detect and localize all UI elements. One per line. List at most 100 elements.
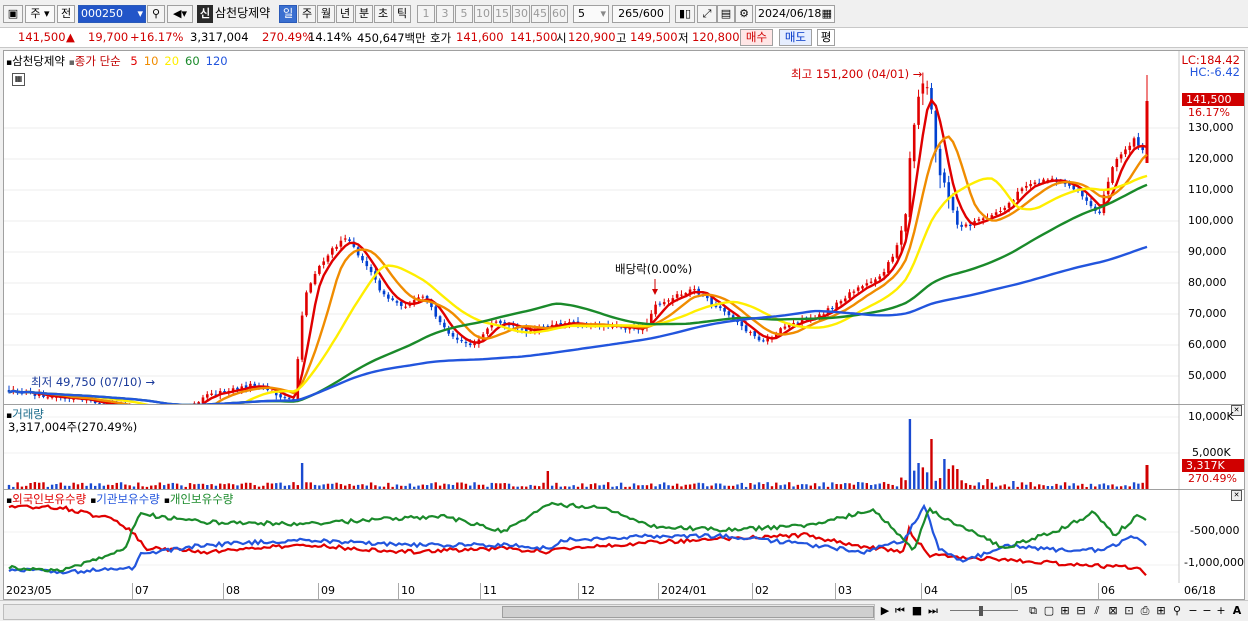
period-tab-0[interactable]: 일 xyxy=(279,5,297,23)
x-tick-13: 06/18 xyxy=(1184,584,1216,597)
layout-icon[interactable]: ▢ xyxy=(1042,603,1056,619)
count-select[interactable]: 5 ▾ xyxy=(573,5,609,23)
minus-icon[interactable]: − xyxy=(1186,603,1200,619)
interval-button-1[interactable]: 1 xyxy=(417,5,435,23)
candle-body xyxy=(1128,145,1132,150)
volume-bar xyxy=(934,480,937,489)
scrollbar-thumb[interactable] xyxy=(502,606,874,618)
holding-line-1 xyxy=(8,503,1147,575)
volume-bar xyxy=(1029,482,1032,489)
volume-chart-panel[interactable]: ▪거래량 3,317,004주(270.49%) ✕ 10,000K 5,000… xyxy=(3,404,1245,490)
ma-legend-5: 5 xyxy=(130,54,138,68)
candle-body xyxy=(456,337,459,340)
scroll-back-icon[interactable]: ⏮ xyxy=(893,603,907,619)
gear-icon[interactable]: ⚙ xyxy=(735,5,753,23)
window-menu-icon[interactable]: ▣ xyxy=(3,5,23,23)
market-tab-stock[interactable]: 주 ▾ xyxy=(25,5,55,23)
candle-body xyxy=(861,286,864,289)
x-tick-2: 08 xyxy=(226,584,240,597)
candle-body xyxy=(313,273,317,285)
period-tab-6[interactable]: 틱 xyxy=(393,5,411,23)
volume-bar xyxy=(33,482,37,489)
grid-toggle-icon[interactable]: ▦ xyxy=(12,73,25,86)
candle-body xyxy=(369,267,373,273)
holding-tick-500k: -500,000 xyxy=(1190,524,1240,537)
candle-body xyxy=(981,218,985,221)
price-chart-panel[interactable]: ▪삼천당제약 ▪종가 단순 5 10 20 60 120 ▦ LC:184.42 HC:… xyxy=(3,50,1245,405)
current-pct-tag: 16.17% xyxy=(1188,106,1230,119)
candle-type-icon[interactable]: ▮▯ xyxy=(675,5,695,23)
bid-price: 141,600 xyxy=(456,30,504,44)
close-icon[interactable]: ✕ xyxy=(1231,490,1242,501)
candle-body xyxy=(1132,138,1136,147)
speaker-icon[interactable]: ◀▾ xyxy=(167,5,193,23)
scroll-right-icon[interactable]: ▶ xyxy=(878,603,892,619)
draw-line-icon[interactable]: ⤢ xyxy=(697,5,717,23)
zoom-slider[interactable] xyxy=(946,603,1024,619)
zoom-in-icon[interactable]: + xyxy=(1214,603,1228,619)
arrow-right-icon: → xyxy=(145,375,156,389)
period-tab-2[interactable]: 월 xyxy=(317,5,335,23)
ma-legend-10: 10 xyxy=(143,54,159,68)
stock-code-input[interactable]: 000250 ▾ xyxy=(78,5,146,23)
interval-button-10[interactable]: 10 xyxy=(474,5,492,23)
volume-bar xyxy=(900,477,903,489)
period-tab-3[interactable]: 년 xyxy=(336,5,354,23)
volume-chart-canvas xyxy=(4,405,1180,489)
export-icon[interactable]: ⊞ xyxy=(1154,603,1168,619)
volume-bar xyxy=(434,482,437,489)
magnifier-icon[interactable]: ⚲ xyxy=(1170,603,1184,619)
volume-bar xyxy=(947,468,950,489)
history-dropdown[interactable]: 전 xyxy=(57,5,75,23)
candle-body xyxy=(322,261,325,265)
auto-scale-icon[interactable]: A xyxy=(1230,603,1244,619)
calendar-icon[interactable]: ▦ xyxy=(822,6,832,22)
evaluate-button[interactable]: 평 xyxy=(817,29,835,46)
chevron-down-icon[interactable]: ▾ xyxy=(137,6,143,22)
interval-button-60[interactable]: 60 xyxy=(550,5,568,23)
candle-body xyxy=(693,289,696,291)
candle-body xyxy=(520,328,524,330)
price-change: 19,700 xyxy=(88,30,129,44)
interval-button-30[interactable]: 30 xyxy=(512,5,530,23)
candle-body xyxy=(279,394,282,398)
period-tab-5[interactable]: 초 xyxy=(374,5,392,23)
candle-body xyxy=(882,272,886,276)
tile-icon[interactable]: ⊠ xyxy=(1106,603,1120,619)
sell-button[interactable]: 매도 xyxy=(779,29,812,46)
candle-body xyxy=(869,281,873,283)
period-tab-1[interactable]: 주 xyxy=(298,5,316,23)
search-icon[interactable]: ⚲ xyxy=(147,5,165,23)
x-tick-divider xyxy=(578,583,579,599)
crosshair-icon[interactable]: ⊞ xyxy=(1058,603,1072,619)
candle-body xyxy=(387,294,390,299)
holding-chart-panel[interactable]: ▪외국인보유수량 ▪기관보유수량 ▪개인보유수량 ✕ -500,000 -1,000… xyxy=(3,489,1245,584)
date-input[interactable]: 2024/06/18 ▦ xyxy=(755,5,835,23)
interval-button-45[interactable]: 45 xyxy=(531,5,549,23)
interval-button-3[interactable]: 3 xyxy=(436,5,454,23)
capture-icon[interactable]: ⊡ xyxy=(1122,603,1136,619)
count-range-input[interactable]: 265/600 xyxy=(612,5,670,23)
window-icon[interactable]: ⧉ xyxy=(1026,603,1040,619)
print-icon[interactable]: ⎙ xyxy=(1138,603,1152,619)
zoom-out-icon[interactable]: − xyxy=(1200,603,1214,619)
stop-icon[interactable]: ■ xyxy=(910,603,924,619)
x-tick-divider xyxy=(752,583,753,599)
interval-button-5[interactable]: 5 xyxy=(455,5,473,23)
save-icon[interactable]: ▤ xyxy=(717,5,735,23)
candle-body xyxy=(852,291,856,293)
buy-button[interactable]: 매수 xyxy=(740,29,773,46)
low-label: 저 xyxy=(678,31,689,45)
ma-line-20 xyxy=(8,174,1148,404)
volume-bar xyxy=(119,482,123,489)
x-tick-6: 12 xyxy=(581,584,595,597)
scroll-end-icon[interactable]: ⏭ xyxy=(926,603,940,619)
candle-body xyxy=(675,294,679,298)
candle-body xyxy=(848,292,851,299)
ruler-icon[interactable]: ⊟ xyxy=(1074,603,1088,619)
compare-icon[interactable]: ⫽ xyxy=(1090,603,1104,619)
horizontal-scrollbar[interactable] xyxy=(3,604,875,620)
zoom-handle[interactable] xyxy=(979,606,983,616)
interval-button-15[interactable]: 15 xyxy=(493,5,511,23)
period-tab-4[interactable]: 분 xyxy=(355,5,373,23)
